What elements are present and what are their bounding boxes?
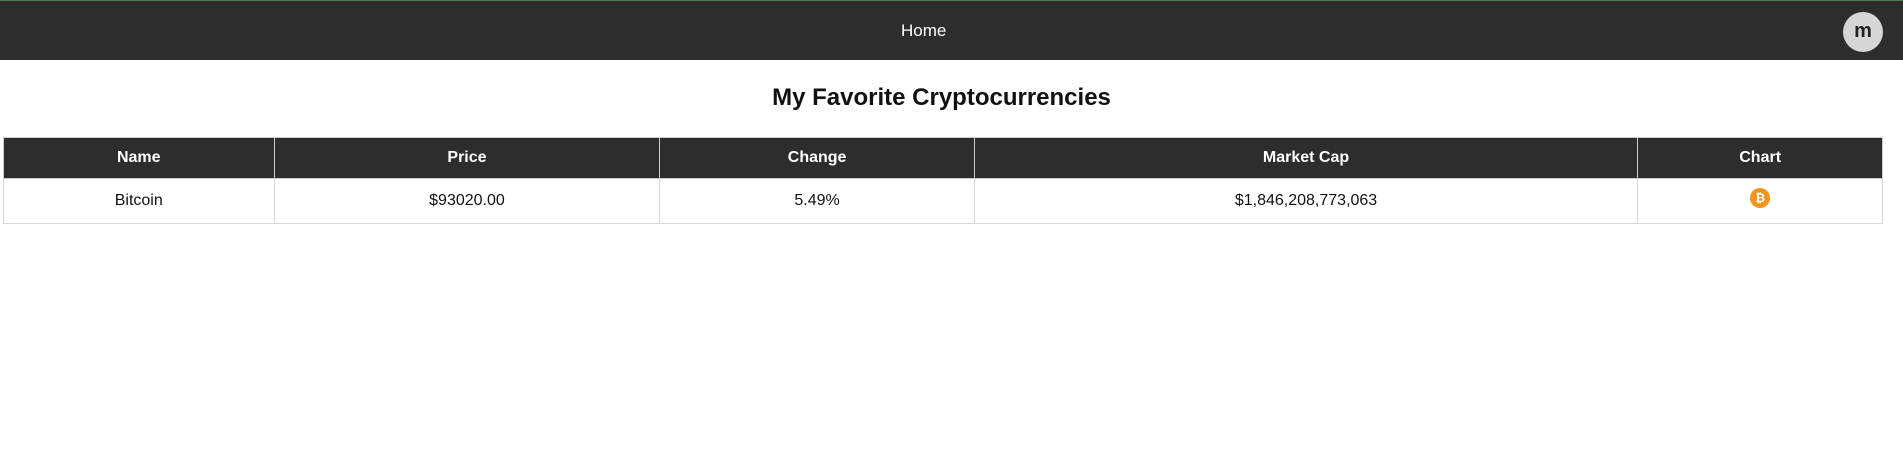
table-header-row: Name Price Change Market Cap Chart: [3, 137, 1883, 179]
crypto-table: Name Price Change Market Cap Chart Bitco…: [3, 137, 1883, 224]
column-header-price: Price: [273, 137, 661, 179]
page-title: My Favorite Cryptocurrencies: [772, 84, 1111, 111]
column-header-chart: Chart: [1637, 137, 1883, 179]
column-header-market-cap: Market Cap: [973, 137, 1639, 179]
nav-home-link[interactable]: Home: [901, 1, 946, 61]
cell-chart: ₿: [1637, 178, 1883, 224]
bitcoin-icon[interactable]: ₿: [1750, 187, 1771, 208]
top-navbar: Home m: [0, 0, 1903, 60]
user-avatar[interactable]: m: [1843, 12, 1883, 52]
column-header-name: Name: [3, 137, 275, 179]
cell-change: 5.49%: [659, 178, 975, 224]
cell-name: Bitcoin: [3, 178, 275, 224]
table-row: Bitcoin $93020.00 5.49% $1,846,208,773,0…: [3, 178, 1883, 224]
column-header-change: Change: [659, 137, 975, 179]
cell-price: $93020.00: [273, 178, 661, 224]
cell-market-cap: $1,846,208,773,063: [973, 178, 1639, 224]
